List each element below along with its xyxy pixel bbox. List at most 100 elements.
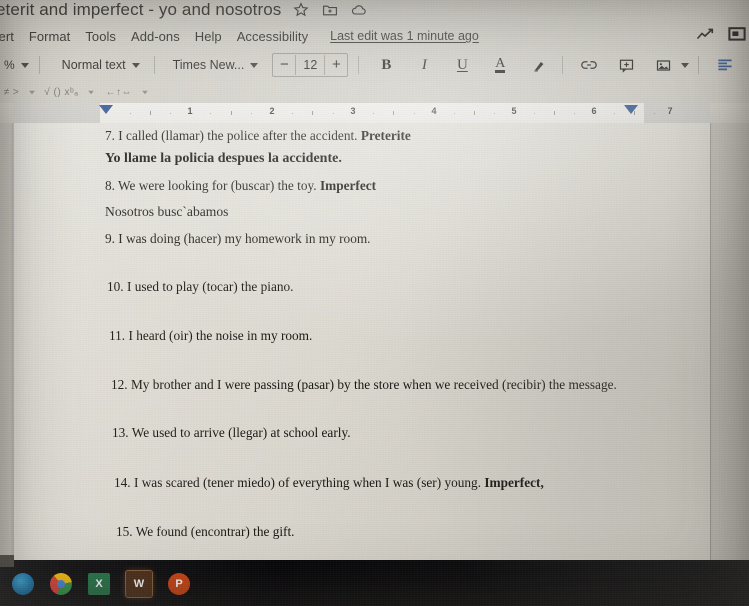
text-color-button[interactable]: A — [487, 53, 513, 77]
taskbar-app-chrome[interactable] — [50, 573, 72, 595]
chevron-down-icon[interactable] — [142, 90, 148, 94]
add-comment-button[interactable] — [613, 53, 639, 77]
menu-item-addons[interactable]: Add-ons — [131, 29, 180, 44]
ruler-number: 4 — [431, 106, 437, 116]
doc-line[interactable]: Nosotros busc`abamos — [105, 203, 685, 219]
menu-bar: sert Format Tools Add-ons Help Accessibi… — [0, 24, 749, 48]
document-title[interactable]: eterit and imperfect - yo and nosotros — [0, 0, 281, 20]
ruler-minor-mark — [574, 113, 575, 114]
move-to-folder-icon[interactable] — [322, 2, 338, 18]
menu-item-format[interactable]: Format — [29, 29, 70, 44]
taskbar-app-excel[interactable]: X — [88, 573, 110, 595]
last-edit-link[interactable]: Last edit was 1 minute ago — [330, 29, 479, 43]
page-left-edge — [13, 123, 14, 560]
doc-line[interactable]: 9. I was doing (hacer) my homework in my… — [105, 232, 685, 245]
doc-line-text: 11. I heard (oir) the noise in my room. — [109, 327, 313, 343]
taskbar-app-strip: X W P — [0, 562, 749, 606]
doc-line[interactable]: Yo llame la policia despues la accidente… — [105, 152, 685, 166]
ruler-number: 7 — [667, 106, 673, 116]
ruler-minor-mark — [534, 113, 535, 114]
ruler-minor-mark — [170, 113, 171, 114]
increase-font-size-button[interactable]: + — [325, 55, 347, 75]
taskbar-app-edge[interactable] — [12, 573, 34, 595]
left-indent-marker[interactable] — [99, 105, 113, 114]
doc-line-text: Nosotros busc`abamos — [105, 203, 229, 219]
font-size-value[interactable]: 12 — [295, 55, 326, 75]
document-canvas[interactable]: 7. I called (llamar) the police after th… — [0, 123, 749, 560]
ruler-minor-mark — [251, 113, 252, 114]
taskbar-app-powerpoint[interactable]: P — [168, 573, 190, 595]
ruler-minor-mark — [414, 113, 415, 114]
doc-line[interactable]: 14. I was scared (tener miedo) of everyt… — [114, 476, 685, 489]
equation-toolbar: < ≠ > √ () xᵇₐ ←↑⇔ — [0, 82, 749, 102]
menu-item-tools[interactable]: Tools — [85, 29, 116, 44]
insert-link-button[interactable] — [576, 53, 602, 77]
ruler-page-area — [13, 103, 710, 123]
eq-math-group[interactable]: √ () xᵇₐ — [44, 87, 78, 98]
menu-item-insert[interactable]: sert — [0, 29, 14, 44]
align-left-button[interactable] — [712, 53, 738, 77]
doc-line[interactable]: 11. I heard (oir) the noise in my room. — [109, 329, 685, 342]
doc-line[interactable]: 8. We were looking for (buscar) the toy.… — [105, 179, 685, 192]
doc-line-text: 7. I called (llamar) the police after th… — [105, 128, 361, 143]
highlight-color-button[interactable] — [526, 53, 552, 77]
ruler-minor-mark — [373, 113, 374, 114]
eq-arrows-group[interactable]: ←↑⇔ — [105, 87, 132, 98]
add-comment-icon — [619, 59, 633, 73]
doc-line-text: 15. We found (encontrar) the gift. — [116, 523, 295, 539]
ruler-number: 3 — [350, 106, 356, 116]
link-icon — [581, 61, 598, 69]
ruler-minor-mark — [130, 113, 131, 114]
chevron-down-icon[interactable] — [29, 90, 36, 94]
toolbar-divider — [562, 56, 564, 74]
font-size-stepper[interactable]: − 12 + — [272, 53, 349, 77]
right-indent-marker[interactable] — [624, 105, 638, 114]
doc-line[interactable]: 13. We used to arrive (llegar) at school… — [112, 426, 685, 439]
chevron-down-icon — [250, 62, 259, 68]
chevron-down-icon[interactable] — [681, 62, 690, 68]
toolbar-divider — [153, 56, 155, 74]
doc-line-text: 14. I was scared (tener miedo) of everyt… — [114, 474, 485, 490]
present-icon[interactable] — [728, 26, 746, 42]
doc-line-text: 12. My brother and I were passing (pasar… — [111, 377, 617, 393]
menu-item-help[interactable]: Help — [195, 29, 222, 44]
italic-button[interactable]: I — [411, 53, 437, 77]
ruler-minor-mark — [292, 113, 293, 114]
menu-item-accessibility[interactable]: Accessibility — [237, 29, 308, 44]
doc-line-text: 13. We used to arrive (llegar) at school… — [112, 425, 351, 441]
insert-image-button[interactable] — [650, 53, 676, 77]
photographed-screen: eterit and imperfect - yo and nosotros e… — [0, 0, 749, 606]
doc-line-bold: Imperfect — [319, 178, 377, 194]
title-icon-group — [293, 2, 367, 18]
doc-line-bold: Preterite — [360, 128, 411, 143]
zoom-value: % — [4, 58, 15, 72]
zoom-dropdown[interactable]: % — [0, 53, 33, 77]
doc-line-text: 8. We were looking for (buscar) the toy. — [105, 178, 320, 194]
trending-up-icon[interactable] — [696, 27, 714, 41]
star-icon[interactable] — [293, 2, 309, 18]
eq-relations-group[interactable]: < ≠ > — [0, 87, 19, 98]
document-text-body[interactable]: 7. I called (llamar) the police after th… — [105, 129, 685, 538]
ruler-minor-mark — [494, 113, 495, 114]
doc-line[interactable]: 7. I called (llamar) the police after th… — [105, 129, 685, 142]
doc-line[interactable]: 10. I used to play (tocar) the piano. — [107, 280, 685, 293]
ruler-tick — [150, 111, 151, 115]
ruler-tick — [312, 111, 313, 115]
taskbar-app-word[interactable]: W — [125, 570, 153, 598]
ruler-number: 2 — [269, 106, 275, 116]
windows-taskbar: X W P — [0, 560, 749, 606]
doc-line[interactable]: 15. We found (encontrar) the gift. — [116, 525, 685, 538]
chevron-down-icon[interactable] — [88, 90, 95, 94]
ruler-minor-mark — [210, 113, 211, 114]
cloud-saved-icon[interactable] — [351, 2, 367, 18]
font-family-value: Times New... — [172, 58, 245, 72]
decrease-font-size-button[interactable]: − — [273, 55, 295, 75]
font-family-dropdown[interactable]: Times New... — [169, 53, 263, 77]
bold-button[interactable]: B — [373, 53, 399, 77]
screen-bottom-left-edge — [0, 555, 14, 567]
paragraph-style-dropdown[interactable]: Normal text — [58, 53, 144, 77]
page-right-edge — [710, 123, 711, 560]
doc-line[interactable]: 12. My brother and I were passing (pasar… — [111, 378, 685, 391]
underline-button[interactable]: U — [449, 53, 475, 77]
horizontal-ruler[interactable]: 1 2 3 4 5 6 7 — [0, 103, 749, 123]
